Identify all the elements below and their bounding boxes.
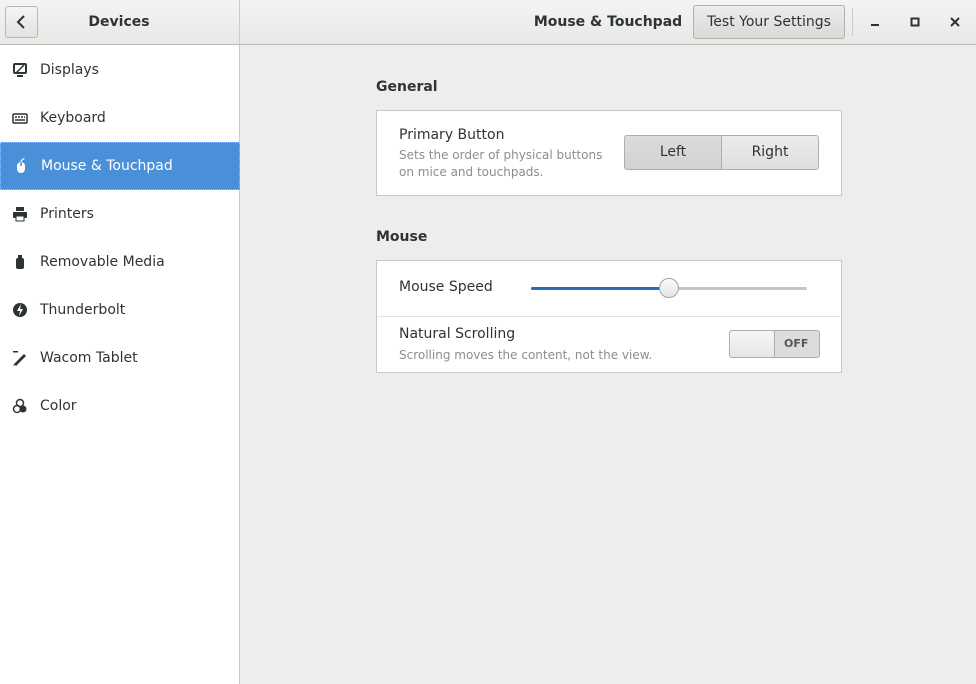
sidebar-item-color[interactable]: Color [0,382,240,430]
primary-button-title: Primary Button [399,127,505,143]
sidebar-item-label: Mouse & Touchpad [41,158,173,174]
usb-drive-icon [12,254,28,270]
display-icon [12,62,28,78]
close-button[interactable] [944,11,966,33]
close-icon [950,17,960,27]
general-frame: Primary Button Sets the order of physica… [376,110,842,196]
sidebar-item-wacom-tablet[interactable]: Wacom Tablet [0,334,240,382]
keyboard-icon [12,110,28,126]
minimize-button[interactable] [864,11,886,33]
mouse-speed-title: Mouse Speed [399,279,493,295]
mouse-speed-slider-handle[interactable] [659,278,679,298]
sidebar-item-label: Printers [40,206,94,222]
natural-scrolling-title: Natural Scrolling [399,326,516,342]
primary-button-description-line1: Sets the order of physical buttons [399,148,603,162]
chevron-left-icon [16,15,25,29]
primary-button-right-option[interactable]: Right [721,135,819,170]
sidebar-item-thunderbolt[interactable]: Thunderbolt [0,286,240,334]
mouse-section-title: Mouse [376,229,428,245]
printer-icon [12,206,28,222]
sidebar-item-label: Thunderbolt [40,302,126,318]
primary-button-description-line2: on mice and touchpads. [399,165,544,179]
natural-scrolling-state-label: OFF [784,337,809,350]
tablet-icon [12,350,28,366]
header-bar: Devices Mouse & Touchpad Test Your Setti… [0,0,976,45]
general-section-title: General [376,79,438,95]
sidebar-item-label: Wacom Tablet [40,350,138,366]
sidebar-item-displays[interactable]: Displays [0,46,240,94]
color-icon [12,398,28,414]
natural-scrolling-switch[interactable]: OFF [729,330,820,358]
panel-title: Devices [88,14,150,30]
maximize-button[interactable] [904,11,926,33]
sidebar-item-removable-media[interactable]: Removable Media [0,238,240,286]
sidebar-item-printers[interactable]: Printers [0,190,240,238]
back-button[interactable] [5,6,38,38]
thunderbolt-icon [12,302,28,318]
natural-scrolling-description: Scrolling moves the content, not the vie… [399,348,653,362]
sidebar-item-label: Keyboard [40,110,106,126]
sidebar-item-label: Color [40,398,77,414]
header-separator [852,8,853,36]
header-left-pane: Devices [0,0,240,44]
sidebar-item-label: Displays [40,62,99,78]
sidebar-item-mouse-touchpad[interactable]: Mouse & Touchpad [0,142,240,190]
natural-scrolling-switch-knob [729,330,775,358]
sidebar-item-keyboard[interactable]: Keyboard [0,94,240,142]
primary-button-left-option[interactable]: Left [624,135,722,170]
maximize-icon [910,17,920,27]
mouse-icon [13,158,29,174]
minimize-icon [871,24,879,26]
test-settings-button[interactable]: Test Your Settings [693,5,845,39]
mouse-frame: Mouse Speed Natural Scrolling Scrolling … [376,260,842,373]
row-divider [377,316,841,317]
sidebar-item-label: Removable Media [40,254,165,270]
sidebar: Displays Keyboard Mouse & Touchpad Print… [0,45,240,684]
mouse-speed-slider-fill [531,287,669,290]
